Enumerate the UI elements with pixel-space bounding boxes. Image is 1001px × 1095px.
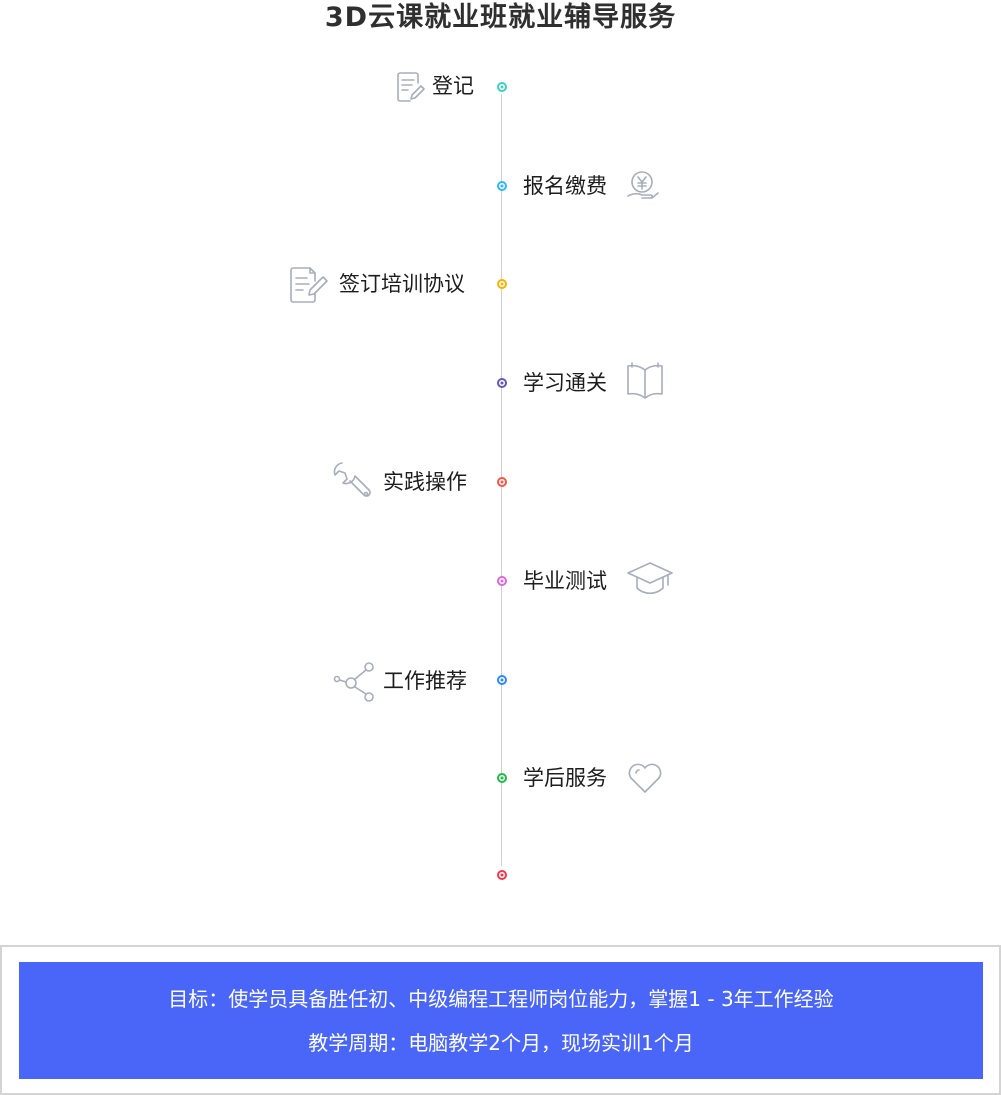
step-dot-contract	[497, 279, 507, 289]
graduation-cap-icon	[626, 560, 674, 598]
heart-icon	[627, 762, 663, 794]
contract-edit-icon	[289, 267, 329, 303]
form-icon	[396, 71, 426, 103]
step-label-after-service: 学后服务	[523, 766, 607, 790]
step-label-recommend: 工作推荐	[383, 669, 467, 693]
step-dot-register	[497, 82, 507, 92]
step-dot-after-service	[497, 773, 507, 783]
period-text: 教学周期：电脑教学2个月，现场实训1个月	[308, 1031, 694, 1055]
info-box: 目标：使学员具备胜任初、中级编程工程师岗位能力，掌握1 - 3年工作经验 教学周…	[19, 962, 983, 1079]
step-label-contract: 签订培训协议	[339, 272, 465, 296]
step-label-graduation: 毕业测试	[523, 569, 607, 593]
yuan-coin-hand-icon	[626, 170, 660, 202]
step-dot-practice	[497, 477, 507, 487]
step-dot-graduation	[497, 576, 507, 586]
goal-text: 目标：使学员具备胜任初、中级编程工程师岗位能力，掌握1 - 3年工作经验	[168, 987, 834, 1011]
step-dot-recommend	[497, 675, 507, 685]
wrench-icon	[332, 461, 374, 501]
share-icon	[333, 662, 375, 702]
step-dot-payment	[497, 181, 507, 191]
step-dot-study	[497, 378, 507, 388]
step-label-register: 登记	[432, 74, 474, 98]
open-book-icon	[626, 362, 664, 400]
step-label-study: 学习通关	[523, 371, 607, 395]
timeline-end-dot	[497, 870, 507, 880]
step-label-practice: 实践操作	[383, 470, 467, 494]
page-title: 3D云课就业班就业辅导服务	[324, 2, 677, 33]
step-label-payment: 报名缴费	[523, 174, 607, 198]
